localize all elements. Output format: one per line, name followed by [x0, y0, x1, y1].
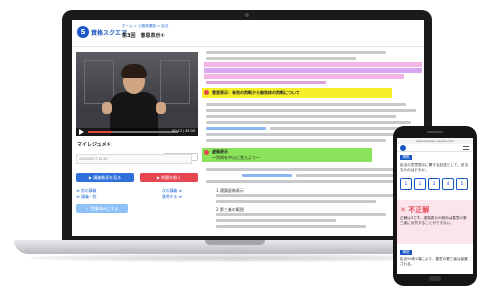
- text-link[interactable]: [206, 127, 266, 130]
- choice-button[interactable]: 1: [400, 178, 412, 190]
- note-field[interactable]: 2019/06/17 14:30: [76, 154, 192, 164]
- time-label: 00:12 / 45:30: [172, 129, 195, 133]
- breadcrumb[interactable]: ホーム > 公務員講座 > 民法: [122, 24, 168, 29]
- answer-choices: 1 2 3 4 5: [400, 178, 470, 192]
- text-line: [206, 57, 356, 60]
- text-line: [206, 139, 386, 142]
- lecture-list-link[interactable]: ≫ 講義一覧: [76, 194, 96, 200]
- watch-lecture-button[interactable]: ▶ 講義動画を見る: [76, 173, 134, 182]
- choice-button[interactable]: 5: [456, 178, 468, 190]
- question-tag: 問題: [400, 155, 412, 160]
- mynote-title: マイレジュメ①: [77, 142, 111, 148]
- text-line: [206, 51, 386, 54]
- text-line: [216, 213, 386, 216]
- page-title: 第3回 意思表示①: [122, 33, 165, 39]
- device-shadow: [30, 254, 440, 262]
- text-line: [216, 194, 396, 197]
- highlight-purple: [204, 68, 422, 73]
- choice-button[interactable]: 3: [428, 178, 440, 190]
- choice-button[interactable]: 2: [414, 178, 426, 190]
- text-link[interactable]: [242, 174, 292, 177]
- logo[interactable]: S 資格スクエア: [77, 26, 127, 40]
- logo-icon: S: [77, 26, 89, 38]
- seek-progress: [88, 131, 113, 133]
- section-subheading: 〜判例を中心に覚えよう〜: [212, 155, 260, 160]
- choice-button[interactable]: 4: [442, 178, 454, 190]
- highlight-pink: [204, 62, 422, 67]
- text-line: [216, 219, 336, 222]
- result-text: 正解は3です。虚偽表示の無効は善意の第三者に対抗することができない。: [400, 216, 467, 226]
- section-heading: 意思表示：有効の判断から無効体の判断について: [212, 90, 300, 95]
- logo-icon[interactable]: [400, 145, 406, 151]
- laptop-notch: [205, 240, 265, 245]
- text-line: [270, 127, 410, 130]
- home-button[interactable]: [429, 276, 441, 281]
- mark-complete-button[interactable]: ✓ 受講済みにする: [76, 204, 128, 213]
- menu-icon[interactable]: [463, 146, 469, 150]
- question-text: 民法の意思表示に関する記述として、妥当なものはどれか。: [400, 163, 468, 173]
- text-line: [206, 115, 396, 118]
- phone-header: [397, 144, 473, 152]
- speaker-icon: [427, 131, 443, 133]
- text-line: [216, 225, 366, 228]
- video-controls: 00:12 / 45:30: [76, 128, 198, 136]
- smartphone: www.shikaku-square.com 問題 民法の意思表示に関する記述と…: [393, 126, 477, 286]
- text-line: [216, 200, 376, 203]
- resume-text-panel: 意思表示：有効の判断から無効体の判断について 虚偽表示 〜判例を中心に覚えよう〜…: [202, 48, 424, 236]
- explanation-tag: 解説: [400, 250, 412, 255]
- laptop-screen: S 資格スクエア ホーム > 公務員講座 > 民法 第3回 意思表示① 00:1…: [72, 20, 424, 236]
- solve-problem-button[interactable]: ▶ 問題を解く: [140, 173, 198, 182]
- ask-question-link[interactable]: 質問する ≫: [162, 194, 182, 200]
- highlight-pink: [204, 74, 404, 79]
- play-icon[interactable]: [79, 129, 84, 135]
- text-line: [206, 133, 416, 136]
- section-icon: [204, 150, 209, 155]
- app-header: S 資格スクエア ホーム > 公務員講座 > 民法 第3回 意思表示①: [72, 20, 424, 47]
- text-line: [296, 174, 406, 177]
- seek-bar[interactable]: [88, 131, 178, 133]
- text-line: [206, 121, 411, 124]
- section-icon: [204, 90, 209, 95]
- video-wall-panel: [160, 60, 190, 104]
- presenter-hand: [156, 102, 166, 114]
- text-line: [206, 180, 406, 183]
- text-line: [206, 109, 416, 112]
- mynote-header: マイレジュメ①: [76, 140, 198, 150]
- result-incorrect: ✕ 不正解: [400, 206, 430, 214]
- camera-icon: [245, 13, 249, 17]
- video-player[interactable]: 00:12 / 45:30: [76, 52, 198, 136]
- note-timestamp: 2019/06/17 14:30: [79, 157, 108, 161]
- presenter-hand: [102, 102, 112, 114]
- explanation-text: 民法94条2項により、善意の第三者は保護される。: [400, 257, 468, 267]
- text-line: [206, 103, 406, 106]
- phone-screen: www.shikaku-square.com 問題 民法の意思表示に関する記述と…: [397, 138, 473, 274]
- presenter-hair: [121, 64, 147, 78]
- text-line: [206, 168, 411, 171]
- text-line: [206, 81, 326, 84]
- video-wall-panel: [84, 60, 114, 104]
